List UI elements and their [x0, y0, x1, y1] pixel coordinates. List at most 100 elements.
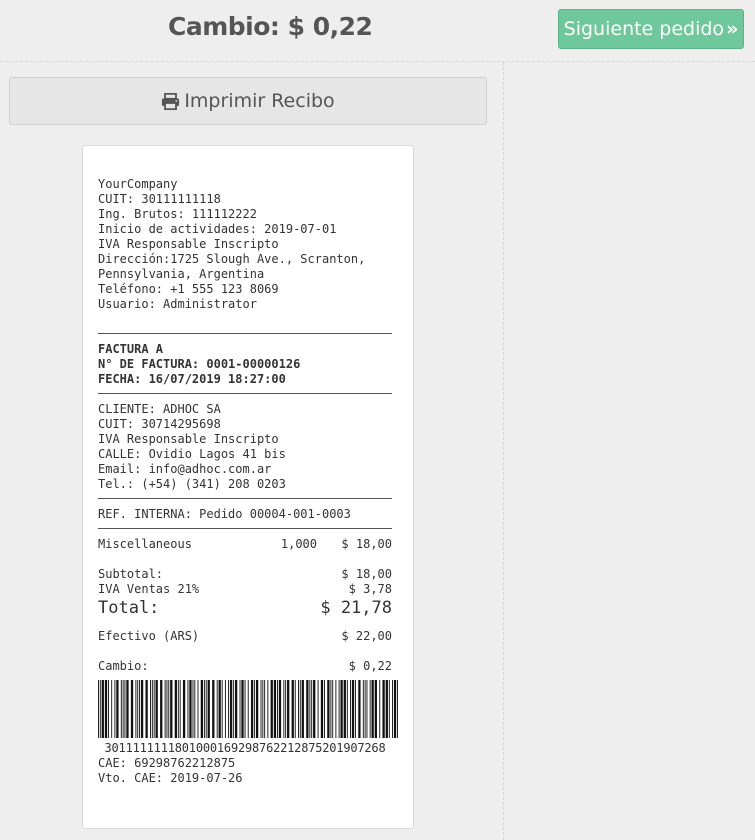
barcode-bar: [335, 680, 337, 738]
barcode-bar: [278, 680, 282, 738]
barcode-bar: [241, 680, 244, 738]
barcode-bar: [287, 680, 290, 738]
barcode-bar: [262, 680, 264, 738]
company-user: Usuario: Administrator: [98, 297, 257, 311]
barcode-bar: [369, 680, 371, 738]
barcode-bar: [194, 680, 196, 738]
barcode-image: [98, 680, 398, 738]
total-label: Total:: [98, 598, 160, 618]
barcode-bar: [382, 680, 385, 738]
next-order-label: Siguiente pedido: [563, 18, 725, 40]
tax-row: IVA Ventas 21% $ 3,78: [98, 582, 392, 597]
barcode-bar: [174, 680, 177, 738]
client-email: Email: info@adhoc.com.ar: [98, 462, 272, 476]
barcode-bar: [160, 680, 163, 738]
barcode-bar: [317, 680, 319, 738]
barcode-bar: [140, 680, 144, 738]
next-order-button[interactable]: Siguiente pedido»: [558, 9, 744, 49]
change-row: Cambio: $ 0,22: [98, 659, 392, 674]
barcode-bar: [192, 680, 194, 738]
barcode-bar: [283, 680, 285, 738]
barcode-bar: [122, 680, 124, 738]
separator: [98, 327, 392, 334]
barcode-bar: [116, 680, 119, 738]
barcode-bar: [255, 680, 259, 738]
subtotal-label: Subtotal:: [98, 567, 164, 581]
barcode-number: 30111111118010001692987622128752019072​6…: [104, 741, 386, 755]
barcode-bar: [267, 680, 269, 738]
company-vat-status: IVA Responsable Inscripto: [98, 237, 279, 251]
barcode-bar: [299, 680, 301, 738]
barcode-bar: [212, 680, 215, 738]
client-phone: Tel.: (+54) (341) 208 0203: [98, 477, 286, 491]
barcode-bar: [346, 680, 348, 738]
barcode-bar: [366, 680, 368, 738]
total-value: $ 21,78: [320, 598, 392, 618]
barcode-bar: [338, 680, 340, 738]
barcode-bar: [228, 680, 230, 738]
barcode-bar: [150, 680, 151, 738]
internal-reference: REF. INTERNA: Pedido 00004-001-0003: [98, 507, 351, 521]
tax-value: $ 3,78: [348, 582, 392, 596]
barcode-bar: [362, 680, 364, 738]
barcode-bar: [250, 680, 254, 738]
invoice-type: FACTURA A: [98, 342, 164, 356]
barcode-bar: [101, 680, 104, 738]
barcode-bar: [120, 680, 122, 738]
barcode-bar: [216, 680, 218, 738]
barcode-bar: [135, 680, 137, 738]
barcode-bar: [254, 680, 256, 738]
company-address-line-2: Pennsylvania, Argentina: [98, 267, 265, 281]
barcode-bar: [343, 680, 346, 738]
barcode-bar: [170, 680, 173, 738]
barcode-bar: [385, 680, 388, 738]
payment-value: $ 22,00: [341, 629, 392, 643]
client-block: CLIENTE: ADHOC SA CUIT: 30714295698 IVA …: [98, 402, 392, 492]
column-divider: [503, 62, 504, 840]
company-address-line-1: Dirección:1725 Slough Ave., Scranton,: [98, 252, 366, 266]
company-cuit: CUIT: 30111111118: [98, 192, 221, 206]
barcode-bar: [260, 680, 262, 738]
barcode-bar: [111, 680, 113, 738]
client-name: CLIENTE: ADHOC SA: [98, 402, 221, 416]
barcode-bar: [392, 680, 393, 738]
barcode-bar: [166, 680, 168, 738]
cae-due-date: Vto. CAE: 2019-07-26: [98, 771, 243, 785]
barcode-bar: [155, 680, 158, 738]
company-gross-income: Ing. Brutos: 111112222: [98, 207, 257, 221]
barcode-bar: [270, 680, 273, 738]
change-label: Cambio:: [98, 659, 149, 673]
total-row: Total: $ 21,78: [98, 597, 392, 619]
company-block: YourCompany CUIT: 30111111118 Ing. Bruto…: [98, 177, 392, 312]
subtotal-value: $ 18,00: [341, 567, 392, 581]
barcode-bar: [313, 680, 316, 738]
barcode-bar: [306, 680, 309, 738]
barcode-bar: [294, 680, 296, 738]
barcode-bar: [126, 680, 129, 738]
separator: [98, 492, 392, 499]
company-name: YourCompany: [98, 177, 178, 191]
barcode-bar: [244, 680, 246, 738]
cae-number: CAE: 69298762212875: [98, 756, 236, 770]
barcode-bar: [264, 680, 266, 738]
barcode-bar: [197, 680, 199, 738]
barcode-bar: [104, 680, 108, 738]
barcode-bar: [179, 680, 181, 738]
barcode-bar: [224, 680, 226, 738]
barcode-bar: [177, 680, 179, 738]
print-receipt-label: Imprimir Recibo: [184, 90, 335, 112]
barcode-bar: [182, 680, 186, 738]
client-cuit: CUIT: 30714295698: [98, 417, 221, 431]
item-qty: 1,000: [280, 537, 317, 551]
barcode-bar: [205, 680, 207, 738]
payment-row: Efectivo (ARS) $ 22,00: [98, 629, 392, 644]
invoice-number: N° DE FACTURA: 0001-00000126: [98, 357, 301, 371]
barcode-bar: [234, 680, 238, 738]
print-receipt-button[interactable]: Imprimir Recibo: [9, 77, 487, 125]
change-amount-title: Cambio: $ 0,22: [168, 12, 373, 41]
company-phone: Teléfono: +1 555 123 8069: [98, 282, 279, 296]
barcode-bar: [309, 680, 311, 738]
barcode-bar: [221, 680, 223, 738]
